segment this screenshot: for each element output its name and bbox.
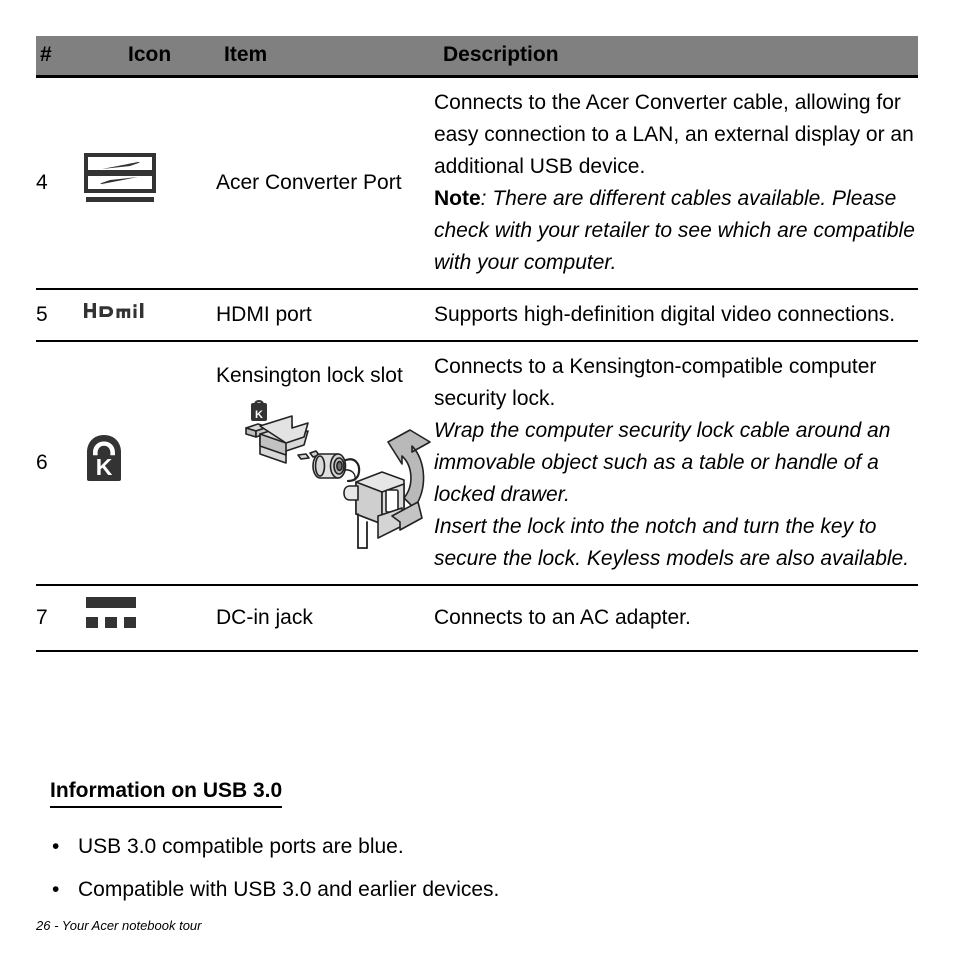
table-row: 6 K Kensington lock slot K Connects to a… <box>36 341 918 586</box>
svg-text:K: K <box>255 409 263 421</box>
bullet-glyph: • <box>52 835 60 858</box>
row-item-label: DC-in jack <box>216 585 434 652</box>
column-header-icon: Icon <box>84 36 216 78</box>
row-item-label: HDMI port <box>216 289 434 342</box>
acer-converter-port-icon <box>84 153 156 203</box>
row-description: Connects to a Kensington-compatible comp… <box>434 341 918 586</box>
row-number: 7 <box>36 585 84 652</box>
svg-text:K: K <box>96 454 113 480</box>
row-icon-cell <box>84 76 216 290</box>
row-number: 5 <box>36 289 84 342</box>
description-italic-2: Insert the lock into the notch and turn … <box>434 515 910 570</box>
column-header-item: Item <box>216 36 434 78</box>
row-description: Connects to an AC adapter. <box>434 585 918 652</box>
table-row: 7 DC-in jack Connects to an AC adapter. <box>36 585 918 652</box>
table-header-row: # Icon Item Description <box>36 36 918 78</box>
description-paragraph: Connects to an AC adapter. <box>434 606 691 629</box>
row-description: Supports high-definition digital video c… <box>434 289 918 342</box>
list-item: • Compatible with USB 3.0 and earlier de… <box>50 877 920 903</box>
table-row: 4 Acer Converter Port Connects to the Ac… <box>36 76 918 290</box>
table-body: 4 Acer Converter Port Connects to the Ac… <box>36 76 918 652</box>
row-icon-cell <box>84 289 216 342</box>
row-icon-cell <box>84 585 216 652</box>
row-item-label: Acer Converter Port <box>216 76 434 290</box>
hdmi-icon <box>84 301 146 321</box>
description-paragraph: Supports high-definition digital video c… <box>434 303 896 326</box>
table-header: # Icon Item Description <box>36 36 918 78</box>
usb-bullet-list: • USB 3.0 compatible ports are blue. • C… <box>50 834 920 903</box>
ports-specification-table: # Icon Item Description 4 Acer Converter… <box>36 36 918 652</box>
note-body: : There are different cables available. … <box>434 187 915 274</box>
list-item-text: USB 3.0 compatible ports are blue. <box>78 835 404 858</box>
item-label-text: Kensington lock slot <box>216 364 403 387</box>
row-number: 6 <box>36 341 84 586</box>
row-item-label: Kensington lock slot K <box>216 341 434 586</box>
table-row: 5 HDMI port Supports high-definition dig… <box>36 289 918 342</box>
description-paragraph: Connects to a Kensington-compatible comp… <box>434 355 877 410</box>
list-item: • USB 3.0 compatible ports are blue. <box>50 834 920 860</box>
description-italic-1: Wrap the computer security lock cable ar… <box>434 419 891 506</box>
description-note: Note: There are different cables availab… <box>434 183 918 279</box>
bullet-glyph: • <box>52 878 60 901</box>
description-paragraph: Connects to the Acer Converter cable, al… <box>434 91 914 178</box>
column-header-number: # <box>36 36 84 78</box>
usb-information-section: Information on USB 3.0 • USB 3.0 compati… <box>50 778 920 920</box>
row-description: Connects to the Acer Converter cable, al… <box>434 76 918 290</box>
dc-in-jack-icon <box>84 595 140 631</box>
usb-section-heading: Information on USB 3.0 <box>50 778 283 808</box>
row-icon-cell: K <box>84 341 216 586</box>
kensington-lock-illustration: K <box>216 392 438 556</box>
kensington-lock-icon: K <box>84 434 124 482</box>
document-page: # Icon Item Description 4 Acer Converter… <box>0 0 954 954</box>
page-footer: 26 - Your Acer notebook tour <box>36 918 202 933</box>
row-number: 4 <box>36 76 84 290</box>
note-label: Note <box>434 187 481 210</box>
list-item-text: Compatible with USB 3.0 and earlier devi… <box>78 878 500 901</box>
column-header-description: Description <box>434 36 918 78</box>
